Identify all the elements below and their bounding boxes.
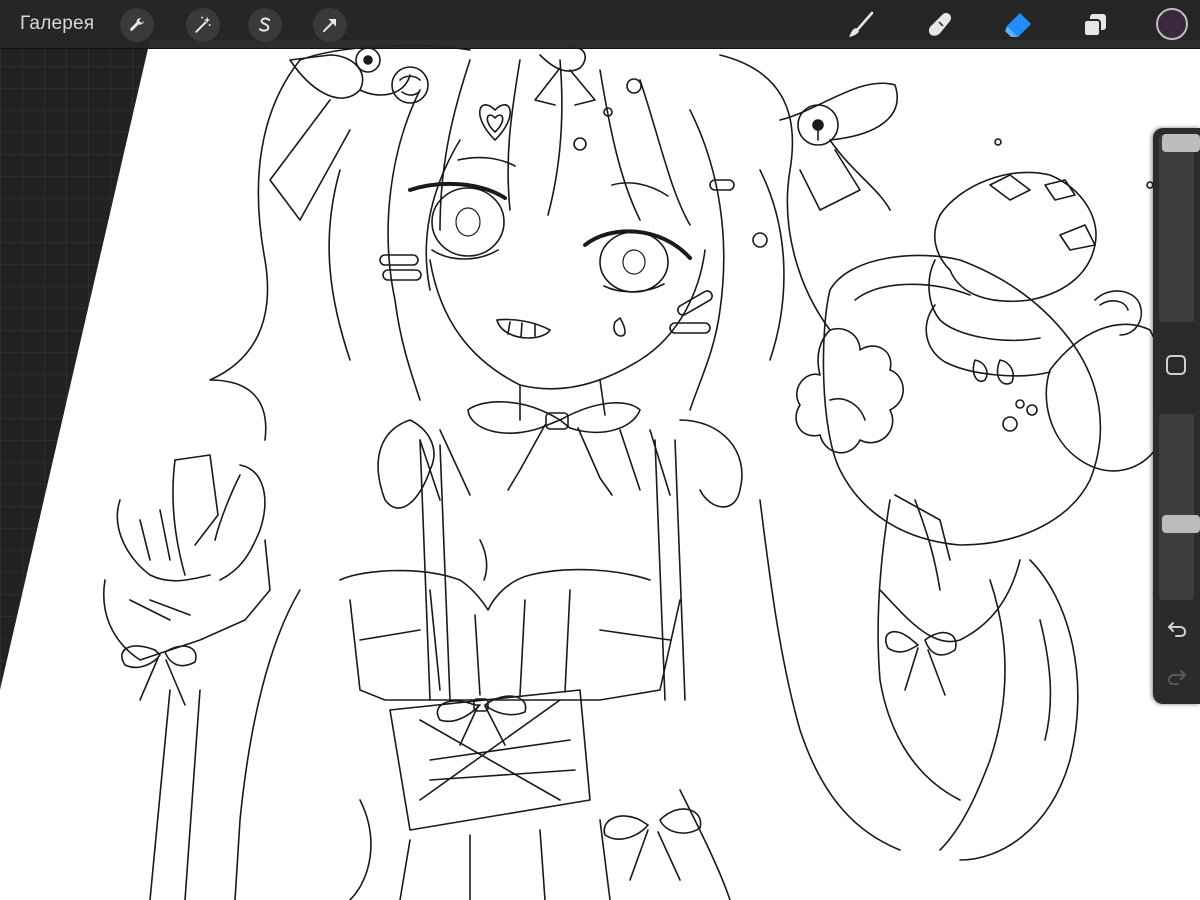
undo-button[interactable] xyxy=(1164,616,1190,642)
opacity-thumb[interactable] xyxy=(1162,515,1200,533)
line-art-illustration xyxy=(103,44,1156,900)
layers-icon xyxy=(1083,14,1106,37)
selection-button[interactable] xyxy=(248,8,282,42)
eraser-tool-button[interactable] xyxy=(1000,7,1036,43)
drawing-canvas[interactable] xyxy=(0,0,1200,900)
redo-button[interactable] xyxy=(1164,664,1190,690)
brush-tool-button[interactable] xyxy=(843,7,879,43)
actions-button[interactable] xyxy=(120,8,154,42)
arrow-cursor-icon xyxy=(323,19,336,32)
side-bar xyxy=(1153,128,1200,704)
brush-icon xyxy=(849,11,874,37)
eraser-icon xyxy=(1005,13,1031,37)
magic-wand-icon xyxy=(195,16,211,33)
color-picker-button[interactable] xyxy=(1156,8,1188,40)
opacity-slider[interactable] xyxy=(1159,414,1200,600)
top-toolbar: Галерея xyxy=(0,0,1200,49)
smudge-finger-icon xyxy=(928,13,951,36)
brush-size-thumb[interactable] xyxy=(1162,134,1200,152)
selection-s-icon xyxy=(259,17,271,32)
layers-button[interactable] xyxy=(1077,7,1113,43)
wrench-icon xyxy=(130,18,144,31)
transform-button[interactable] xyxy=(313,8,347,42)
redo-arrow-icon xyxy=(1167,670,1186,685)
brush-size-slider[interactable] xyxy=(1159,134,1200,322)
modify-button[interactable] xyxy=(1166,355,1186,375)
gallery-button[interactable]: Галерея xyxy=(20,12,94,36)
undo-arrow-icon xyxy=(1168,622,1187,637)
smudge-tool-button[interactable] xyxy=(922,7,958,43)
adjustments-button[interactable] xyxy=(186,8,220,42)
